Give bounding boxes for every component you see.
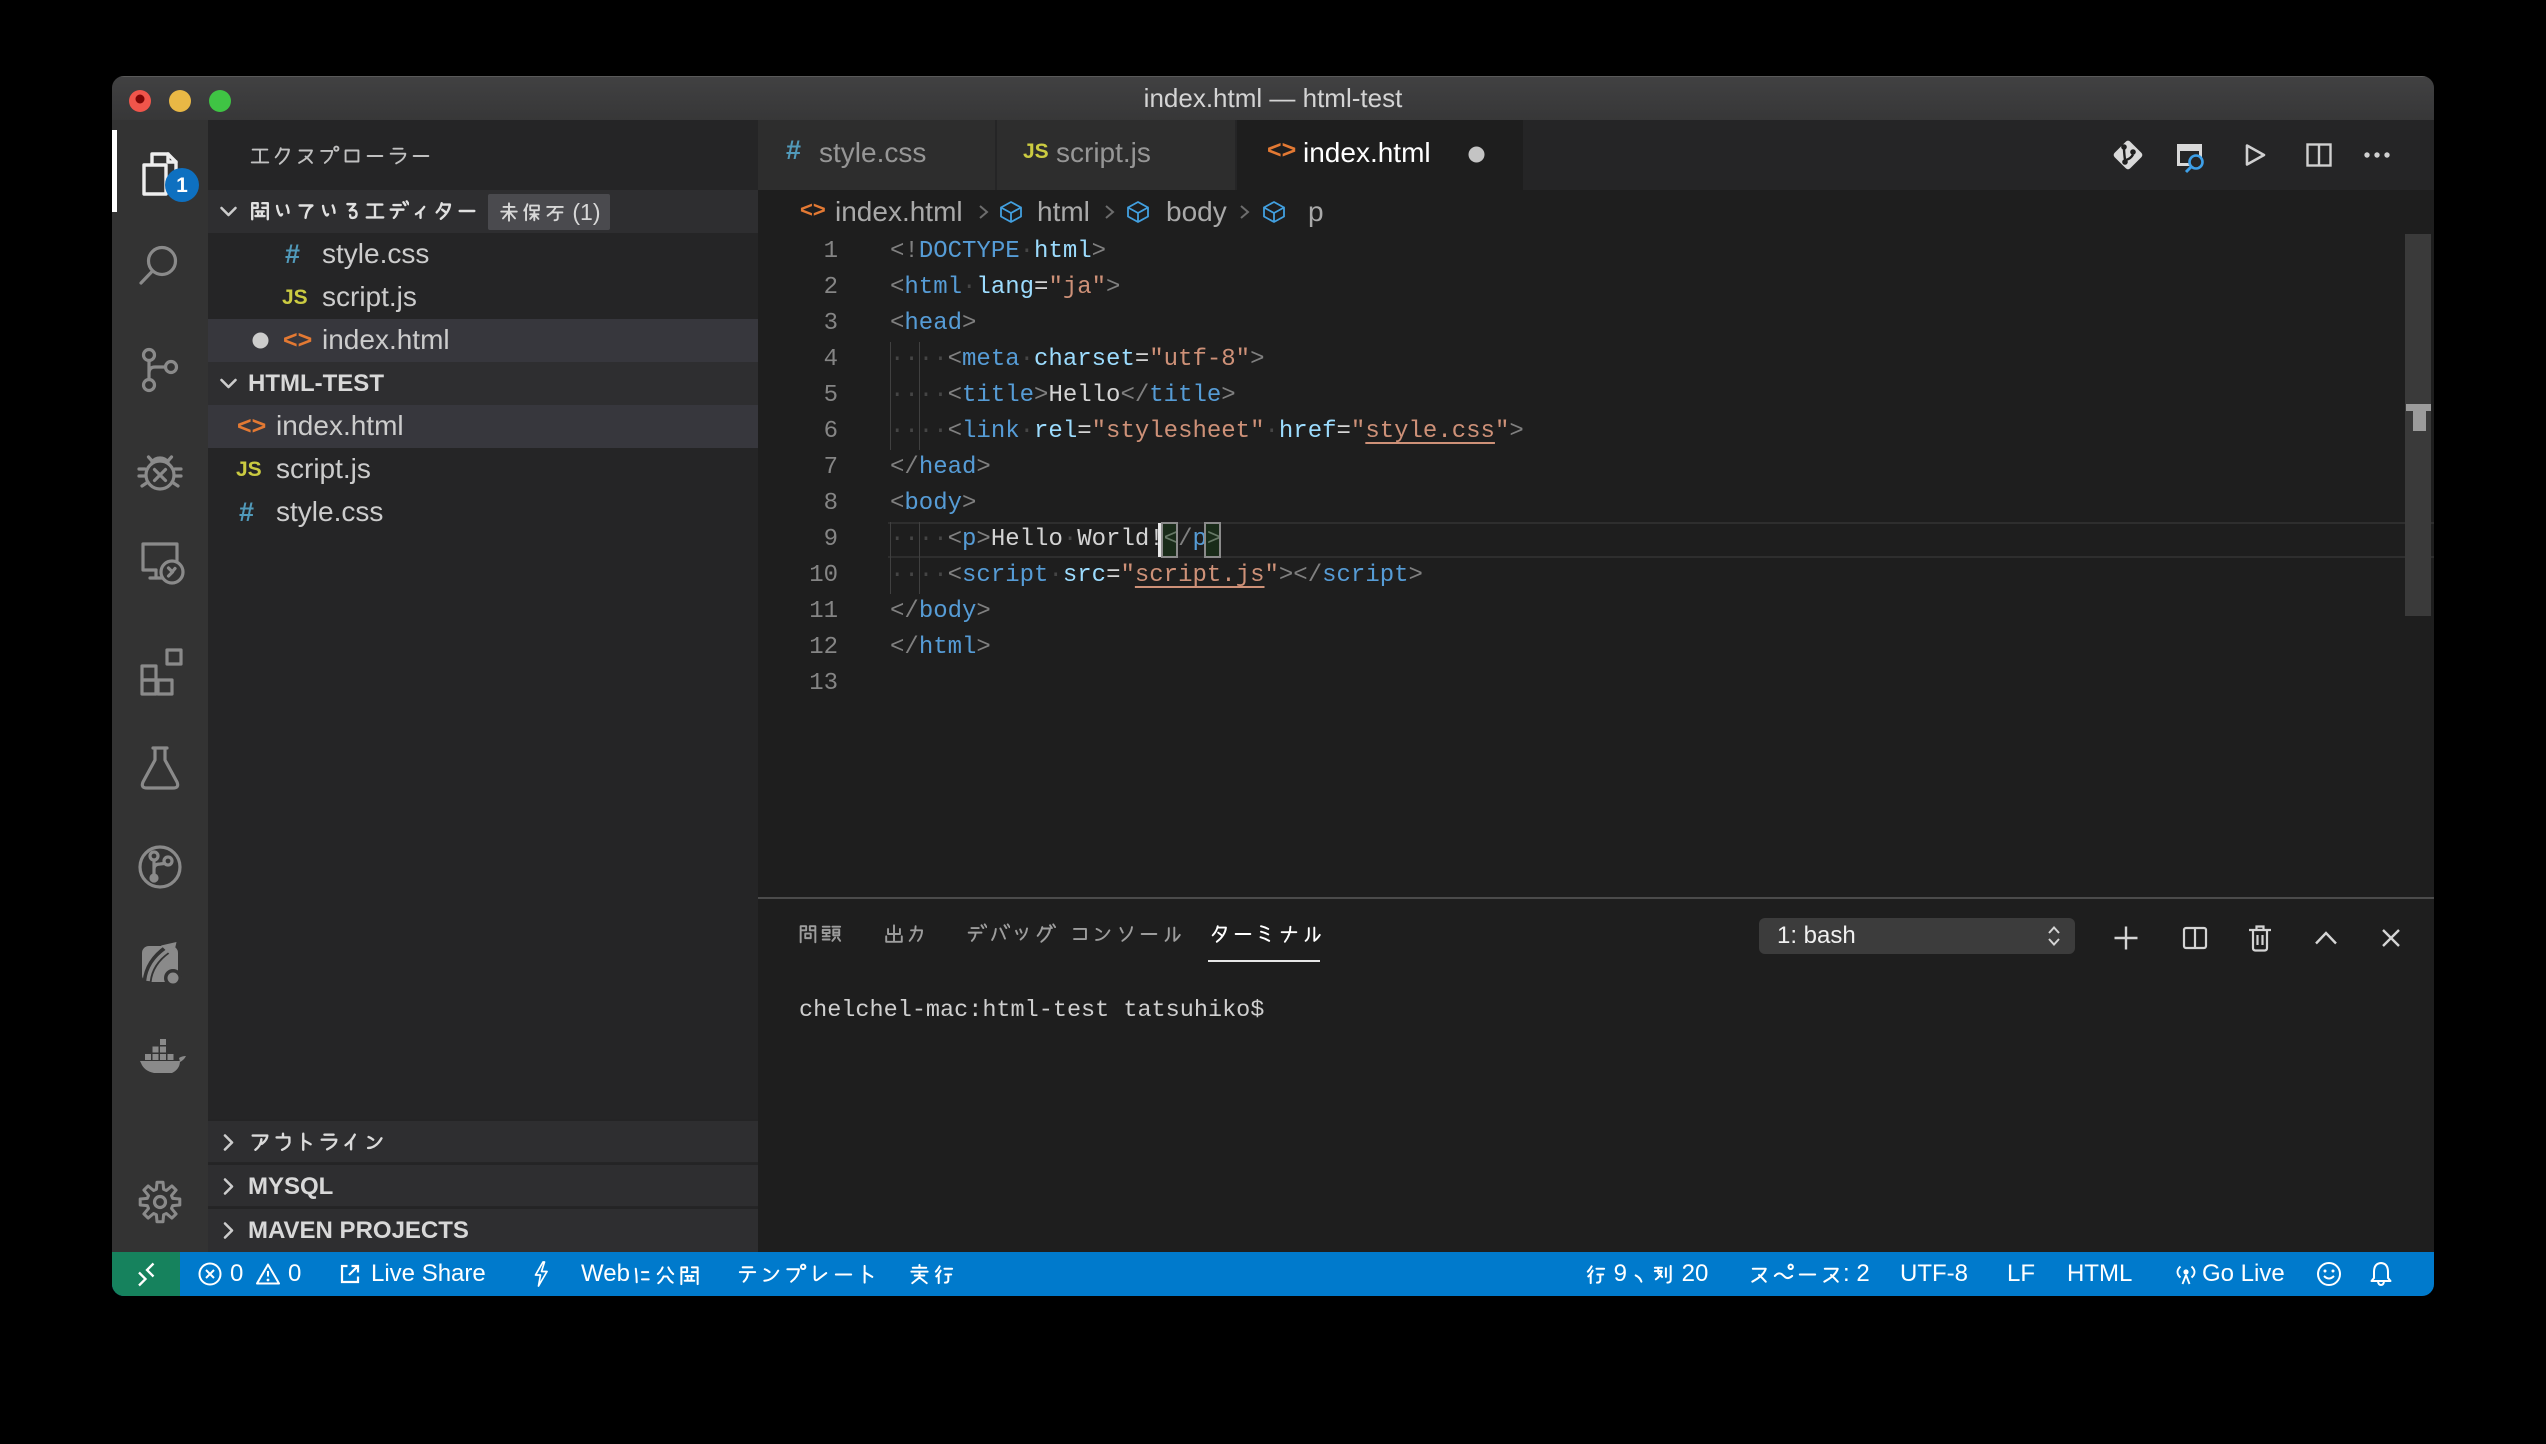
svg-text:1: 1 bbox=[176, 174, 188, 197]
